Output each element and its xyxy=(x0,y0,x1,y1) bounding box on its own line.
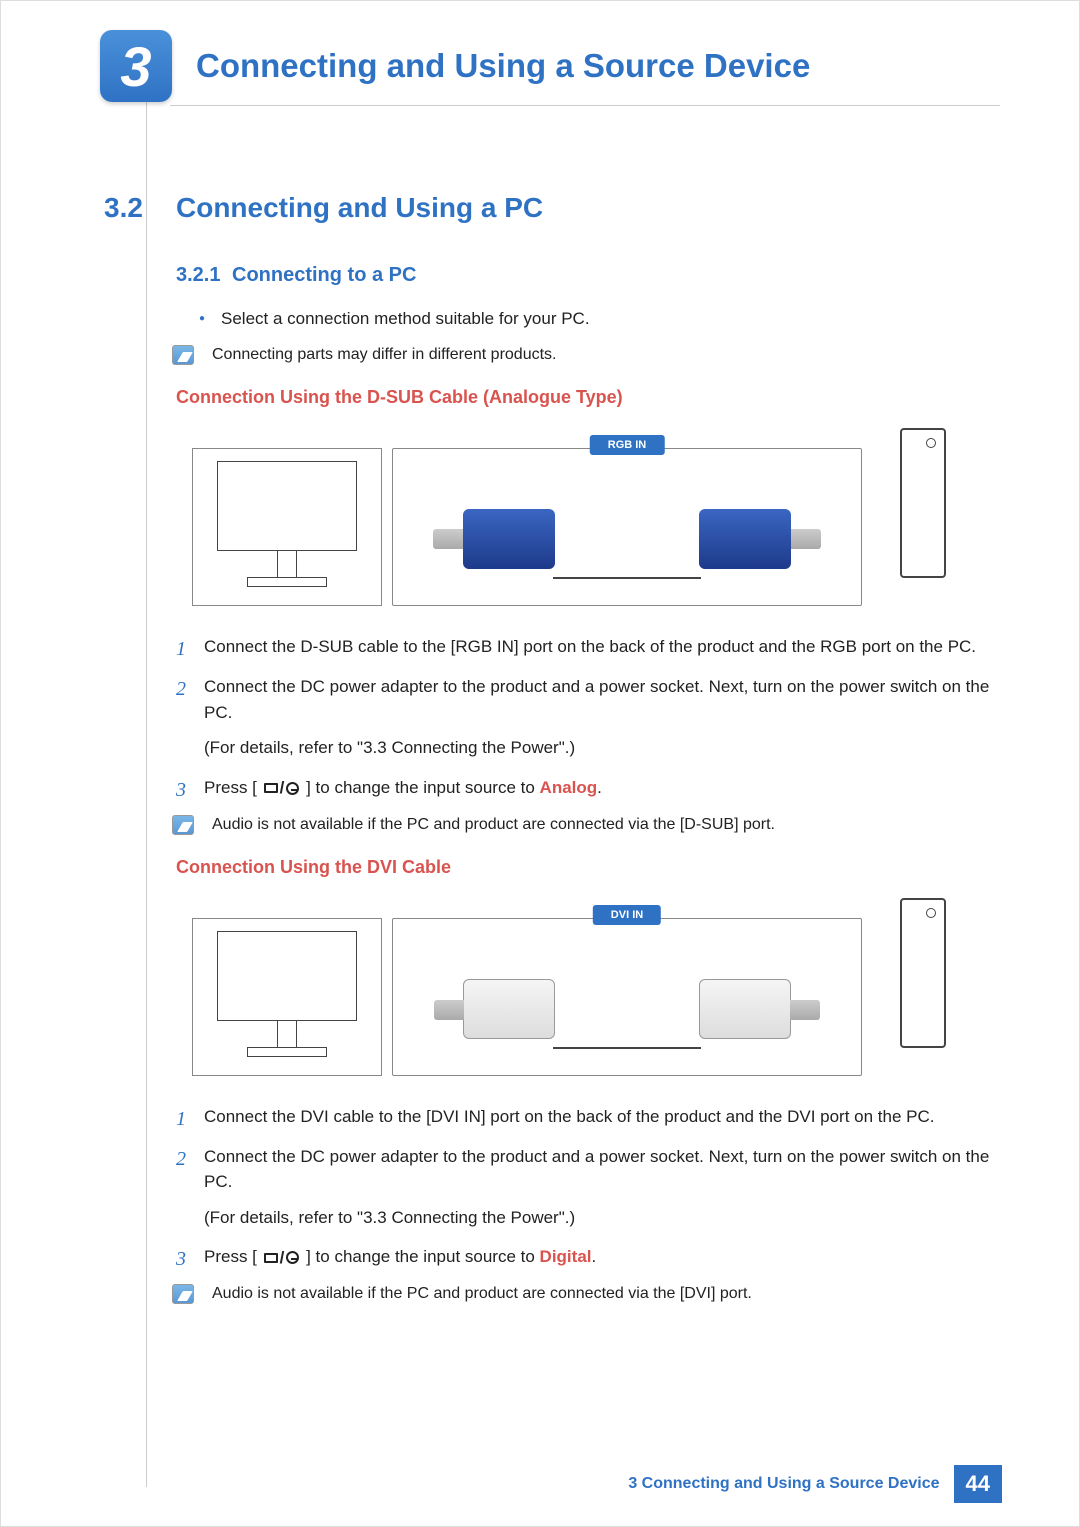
dvi-diagram: DVI IN xyxy=(192,898,954,1086)
port-label-dvi-in: DVI IN xyxy=(593,905,661,925)
footer-chapter-title: 3 Connecting and Using a Source Device xyxy=(628,1475,939,1493)
chapter-header: 3 Connecting and Using a Source Device xyxy=(0,0,1080,102)
monitor-icon xyxy=(192,448,382,606)
page-number-badge: 44 xyxy=(954,1465,1002,1503)
note-icon xyxy=(172,345,194,365)
pc-tower-icon xyxy=(900,898,946,1048)
dvi-connector-icon xyxy=(699,979,791,1039)
vga-connector-icon xyxy=(699,509,791,569)
cable-box: DVI IN xyxy=(392,918,862,1076)
dvi-connector-icon xyxy=(463,979,555,1039)
page-footer: 3 Connecting and Using a Source Device 4… xyxy=(0,1465,1080,1503)
page-border xyxy=(0,0,1080,1527)
pc-tower-icon xyxy=(900,428,946,578)
cable-wire-icon xyxy=(553,1047,701,1049)
chapter-number-badge: 3 xyxy=(100,30,172,102)
header-underline xyxy=(170,105,1000,106)
dsub-diagram: RGB IN xyxy=(192,428,954,616)
note-icon xyxy=(172,815,194,835)
port-label-rgb-in: RGB IN xyxy=(590,435,665,455)
left-margin-line xyxy=(146,30,147,1487)
cable-wire-icon xyxy=(553,577,701,579)
vga-connector-icon xyxy=(463,509,555,569)
monitor-icon xyxy=(192,918,382,1076)
note-icon xyxy=(172,1284,194,1304)
chapter-title: Connecting and Using a Source Device xyxy=(196,47,810,85)
cable-box: RGB IN xyxy=(392,448,862,606)
